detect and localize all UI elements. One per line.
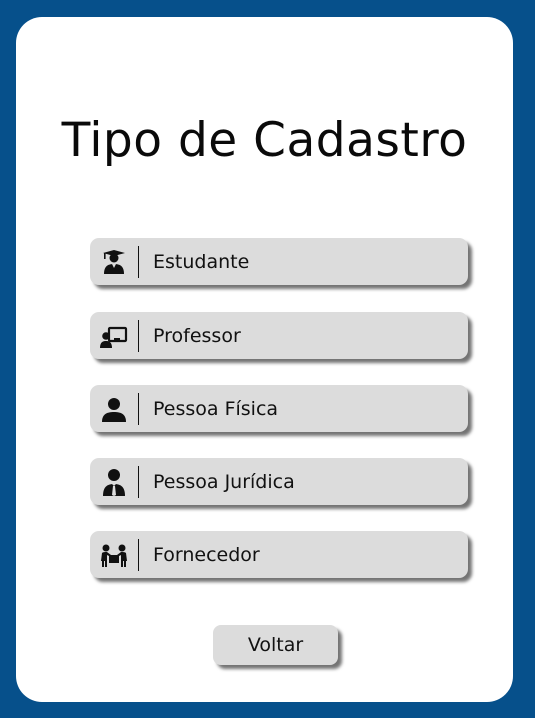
page-title: Tipo de Cadastro: [61, 113, 468, 168]
option-pessoa-juridica[interactable]: Pessoa Jurídica: [90, 458, 468, 505]
divider: [138, 392, 139, 425]
graduate-icon: [90, 238, 138, 285]
option-label: Pessoa Física: [153, 397, 279, 420]
registration-card: Tipo de Cadastro Estudante Professor Pes…: [16, 17, 513, 702]
back-button[interactable]: Voltar: [213, 625, 338, 665]
option-label: Estudante: [153, 250, 250, 273]
teacher-board-icon: [90, 312, 138, 359]
person-icon: [90, 385, 138, 432]
option-estudante[interactable]: Estudante: [90, 238, 468, 285]
divider: [138, 465, 139, 498]
option-professor[interactable]: Professor: [90, 312, 468, 359]
option-label: Professor: [153, 324, 241, 347]
option-label: Fornecedor: [153, 543, 260, 566]
option-pessoa-fisica[interactable]: Pessoa Física: [90, 385, 468, 432]
divider: [138, 319, 139, 352]
divider: [138, 538, 139, 571]
option-fornecedor[interactable]: Fornecedor: [90, 531, 468, 578]
business-person-icon: [90, 458, 138, 505]
divider: [138, 245, 139, 278]
supplier-people-icon: [90, 531, 138, 578]
option-label: Pessoa Jurídica: [153, 470, 295, 493]
